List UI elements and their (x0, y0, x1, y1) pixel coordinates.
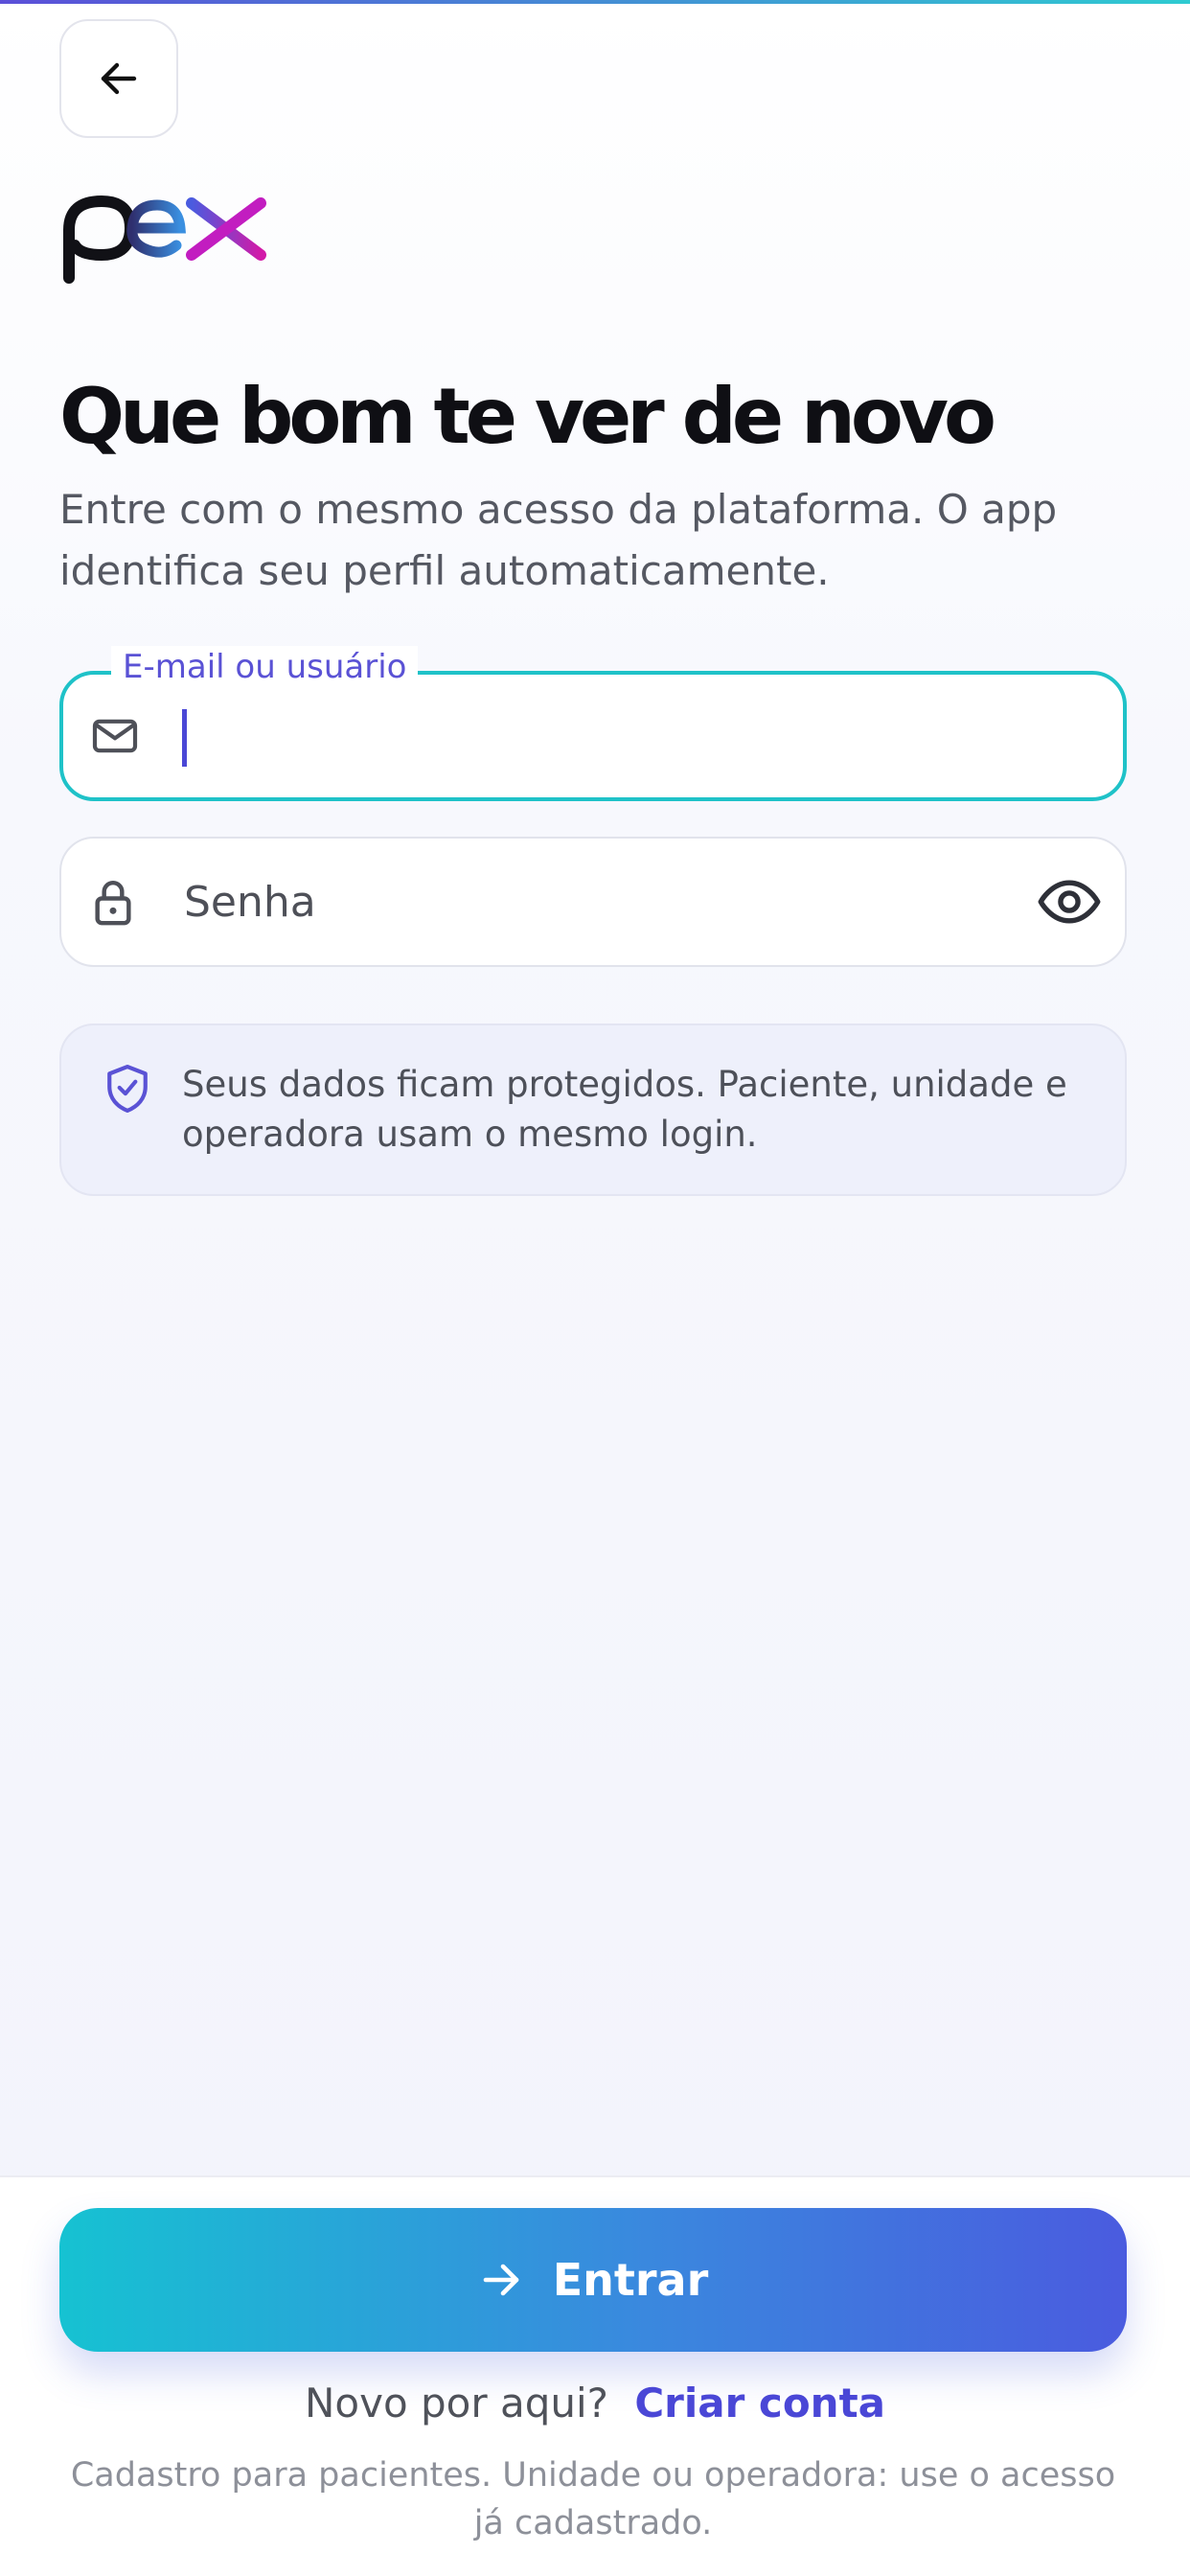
signup-prompt: Novo por aqui? (304, 2380, 608, 2426)
email-field[interactable]: E-mail ou usuário (59, 646, 1127, 801)
email-input[interactable] (182, 675, 1044, 797)
text-caret (182, 709, 187, 767)
security-notice: Seus dados ficam protegidos. Paciente, u… (59, 1024, 1127, 1196)
enter-button[interactable]: Entrar (59, 2208, 1127, 2352)
pex-logo (63, 195, 266, 284)
back-button[interactable] (59, 19, 178, 138)
create-account-link[interactable]: Criar conta (634, 2380, 885, 2426)
password-field[interactable] (59, 837, 1127, 967)
enter-button-label: Entrar (552, 2254, 709, 2306)
password-input[interactable] (184, 839, 950, 965)
shield-check-icon (107, 1065, 148, 1113)
registration-footnote: Cadastro para pacientes. Unidade ou oper… (70, 2456, 1116, 2542)
toggle-password-visibility-button[interactable] (1033, 865, 1106, 938)
security-notice-text: Seus dados ficam protegidos. Paciente, u… (182, 1064, 1067, 1155)
page-title: Que bom te ver de novo (59, 372, 996, 461)
signup-row: Novo por aqui? Criar conta (0, 2375, 1190, 2432)
mail-icon (86, 707, 144, 765)
top-accent-bar (0, 0, 1190, 4)
page-subtitle: Entre com o mesmo acesso da plataforma. … (59, 486, 1058, 594)
lock-icon (84, 873, 142, 931)
eye-icon (1038, 880, 1101, 924)
arrow-left-icon (101, 62, 137, 95)
arrow-right-icon (483, 2264, 519, 2296)
